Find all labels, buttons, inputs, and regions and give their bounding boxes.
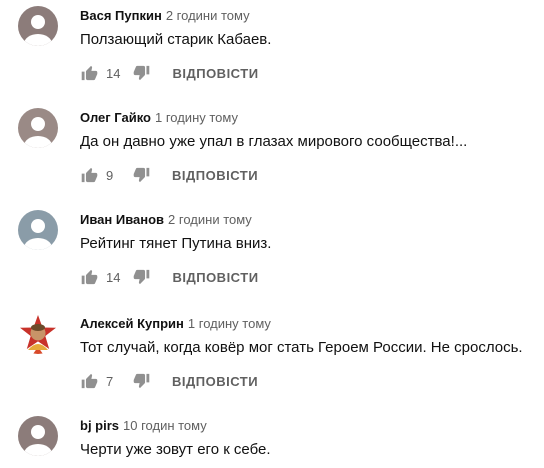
author-name[interactable]: Иван Иванов <box>80 212 164 227</box>
comment-actions: 14 ВІДПОВІСТИ <box>80 267 259 287</box>
thumbs-down-icon <box>133 167 149 183</box>
reply-button[interactable]: ВІДПОВІСТИ <box>172 168 258 183</box>
comment-text: Рейтинг тянет Путина вниз. <box>80 235 272 252</box>
comment-text: Черти уже зовут его к себе. <box>80 441 271 458</box>
author-name[interactable]: Алексей Куприн <box>80 316 184 331</box>
comment-text: Да он давно уже упал в глазах мирового с… <box>80 133 468 150</box>
comment-time[interactable]: 10 годин тому <box>123 418 207 433</box>
thumbs-up-icon <box>81 167 97 183</box>
thumbs-up-icon <box>81 373 97 389</box>
thumbs-down-icon <box>133 373 149 389</box>
avatar[interactable] <box>18 416 58 456</box>
like-count: 14 <box>106 269 121 285</box>
like-button[interactable] <box>80 64 98 82</box>
comment-header: bj pirs 10 годин тому <box>80 418 207 434</box>
comment-header: Алексей Куприн 1 годину тому <box>80 316 271 332</box>
dislike-button[interactable] <box>132 268 150 286</box>
avatar[interactable] <box>18 6 58 46</box>
default-avatar-icon <box>18 416 58 456</box>
dislike-button[interactable] <box>132 166 150 184</box>
author-name[interactable]: Олег Гайко <box>80 110 151 125</box>
comment-time[interactable]: 2 години тому <box>166 8 250 23</box>
default-avatar-icon <box>18 6 58 46</box>
comment-time[interactable]: 2 години тому <box>168 212 252 227</box>
like-count: 9 <box>106 167 114 183</box>
pioneer-badge-icon <box>18 314 58 354</box>
comment-text: Ползающий старик Кабаев. <box>80 31 272 48</box>
default-avatar-icon <box>18 108 58 148</box>
comment-actions: 14 ВІДПОВІСТИ <box>80 63 259 83</box>
like-button[interactable] <box>80 372 98 390</box>
comment-header: Иван Иванов 2 години тому <box>80 212 252 228</box>
comment-text: Тот случай, когда ковёр мог стать Героем… <box>80 339 523 356</box>
comment-header: Олег Гайко 1 годину тому <box>80 110 238 126</box>
comment-actions: 7 ВІДПОВІСТИ <box>80 371 258 391</box>
comment-header: Вася Пупкин 2 години тому <box>80 8 250 24</box>
like-count: 7 <box>106 373 114 389</box>
avatar[interactable] <box>18 108 58 148</box>
like-count: 14 <box>106 65 121 81</box>
reply-button[interactable]: ВІДПОВІСТИ <box>172 270 258 285</box>
thumbs-up-icon <box>81 269 97 285</box>
default-avatar-icon <box>18 210 58 250</box>
avatar[interactable] <box>18 314 58 354</box>
like-button[interactable] <box>80 166 98 184</box>
reply-button[interactable]: ВІДПОВІСТИ <box>172 374 258 389</box>
thumbs-down-icon <box>133 65 150 81</box>
dislike-button[interactable] <box>132 372 150 390</box>
reply-button[interactable]: ВІДПОВІСТИ <box>172 66 258 81</box>
like-button[interactable] <box>80 268 98 286</box>
thumbs-down-icon <box>133 269 150 285</box>
avatar[interactable] <box>18 210 58 250</box>
comment-time[interactable]: 1 годину тому <box>188 316 271 331</box>
author-name[interactable]: bj pirs <box>80 418 119 433</box>
thumbs-up-icon <box>81 65 97 81</box>
dislike-button[interactable] <box>132 64 150 82</box>
author-name[interactable]: Вася Пупкин <box>80 8 162 23</box>
comment-time[interactable]: 1 годину тому <box>155 110 238 125</box>
comment-actions: 9 ВІДПОВІСТИ <box>80 165 258 185</box>
